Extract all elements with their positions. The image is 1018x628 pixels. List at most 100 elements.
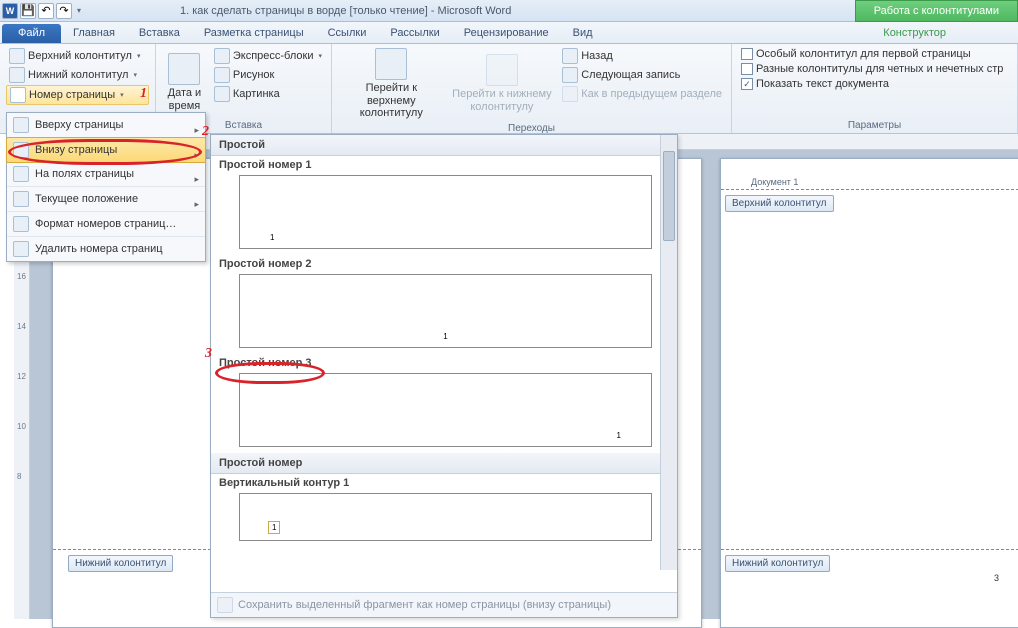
back-label: Назад xyxy=(581,50,613,62)
page-number-button[interactable]: Номер страницы xyxy=(6,85,149,105)
clipart-button[interactable]: Картинка xyxy=(211,85,325,103)
group-options: Особый колонтитул для первой страницы Ра… xyxy=(732,44,1018,133)
menu-current-position[interactable]: Текущее положение xyxy=(7,187,205,212)
gallery-category: Простой xyxy=(211,135,660,156)
blocks-icon xyxy=(214,48,230,64)
redo-icon[interactable]: ↷ xyxy=(56,3,72,19)
goto-footer-button: Перейти к нижнему колонтитулу xyxy=(449,47,556,121)
ruler-tick: 14 xyxy=(17,322,26,331)
annotation-3: 3 xyxy=(205,346,212,362)
word-icon: W xyxy=(2,3,18,19)
header-tag: Верхний колонтитул xyxy=(725,195,834,212)
gallery-item-4[interactable]: 1 xyxy=(239,493,652,541)
save-icon[interactable]: 💾 xyxy=(20,3,36,19)
goto-footer-icon xyxy=(486,54,518,86)
header-button[interactable]: Верхний колонтитул xyxy=(6,47,149,65)
window-title: 1. как сделать страницы в ворде [только … xyxy=(180,5,511,17)
scrollbar-thumb[interactable] xyxy=(663,151,675,241)
date-time-label: Дата и время xyxy=(168,87,202,112)
gallery-item-3[interactable]: 1 xyxy=(239,373,652,447)
checkbox-checked-icon: ✓ xyxy=(741,78,753,90)
annotation-1: 1 xyxy=(140,86,147,102)
gallery-save-label: Сохранить выделенный фрагмент как номер … xyxy=(238,599,611,611)
format-icon xyxy=(13,216,29,232)
picture-button[interactable]: Рисунок xyxy=(211,66,325,84)
footer-tag: Нижний колонтитул xyxy=(725,555,830,572)
header-label: Верхний колонтитул xyxy=(28,50,132,62)
footer-button[interactable]: Нижний колонтитул xyxy=(6,66,149,84)
show-text-checkbox[interactable]: ✓Показать текст документа xyxy=(738,77,1006,91)
tab-insert[interactable]: Вставка xyxy=(127,24,192,43)
tab-file[interactable]: Файл xyxy=(2,24,61,43)
link-icon xyxy=(562,86,578,102)
tab-design[interactable]: Конструктор xyxy=(871,24,958,43)
menu-format-numbers[interactable]: Формат номеров страниц… xyxy=(7,212,205,237)
page-number-label: Номер страницы xyxy=(29,89,115,101)
quick-access-toolbar: W 💾 ↶ ↷ ▾ xyxy=(0,3,84,19)
menu-remove-numbers[interactable]: Удалить номера страниц xyxy=(7,237,205,261)
page-number-display: 3 xyxy=(994,573,999,583)
tab-review[interactable]: Рецензирование xyxy=(452,24,561,43)
gallery-save-selection: Сохранить выделенный фрагмент как номер … xyxy=(211,592,677,617)
tab-mailings[interactable]: Рассылки xyxy=(378,24,451,43)
back-button[interactable]: Назад xyxy=(559,47,725,65)
footer-icon xyxy=(9,67,25,83)
picture-icon xyxy=(214,67,230,83)
gallery-item-2[interactable]: 1 xyxy=(239,274,652,348)
gallery-item-3-label: Простой номер 3 xyxy=(211,354,660,371)
first-page-checkbox[interactable]: Особый колонтитул для первой страницы xyxy=(738,47,1006,61)
gallery-item-2-label: Простой номер 2 xyxy=(211,255,660,272)
header-separator xyxy=(721,189,1018,190)
goto-header-button[interactable]: Перейти к верхнему колонтитулу xyxy=(338,47,445,121)
quick-parts-label: Экспресс-блоки xyxy=(233,50,314,62)
clipart-label: Картинка xyxy=(233,88,280,100)
tab-references[interactable]: Ссылки xyxy=(316,24,379,43)
ruler-tick: 10 xyxy=(17,422,26,431)
date-time-button[interactable]: Дата и время xyxy=(162,47,207,118)
gallery-item-1[interactable]: 1 xyxy=(239,175,652,249)
qat-dropdown-icon[interactable]: ▾ xyxy=(74,6,84,15)
gallery-item-1-label: Простой номер 1 xyxy=(211,156,660,173)
checkbox-icon xyxy=(741,63,753,75)
bottom-page-icon xyxy=(13,142,29,158)
menu-top-label: Вверху страницы xyxy=(35,119,123,131)
ruler-tick: 8 xyxy=(17,472,21,481)
page-number-icon xyxy=(10,87,26,103)
next-icon xyxy=(562,67,578,83)
group-navigation-label: Переходы xyxy=(338,121,725,134)
picture-label: Рисунок xyxy=(233,69,275,81)
next-button[interactable]: Следующая запись xyxy=(559,66,725,84)
menu-bottom-label: Внизу страницы xyxy=(35,144,117,156)
quick-parts-button[interactable]: Экспресс-блоки xyxy=(211,47,325,65)
gallery-category-2: Простой номер xyxy=(211,453,660,474)
goto-header-label: Перейти к верхнему колонтитулу xyxy=(341,82,442,120)
margins-icon xyxy=(13,166,29,182)
first-page-label: Особый колонтитул для первой страницы xyxy=(756,48,971,60)
undo-icon[interactable]: ↶ xyxy=(38,3,54,19)
gallery-scrollbar[interactable] xyxy=(660,135,677,570)
remove-icon xyxy=(13,241,29,257)
tab-home[interactable]: Главная xyxy=(61,24,127,43)
next-label: Следующая запись xyxy=(581,69,680,81)
menu-remove-label: Удалить номера страниц xyxy=(35,243,163,255)
menu-bottom-of-page[interactable]: Внизу страницы xyxy=(6,137,206,163)
odd-even-checkbox[interactable]: Разные колонтитулы для четных и нечетных… xyxy=(738,62,1006,76)
menu-top-of-page[interactable]: Вверху страницы xyxy=(7,113,205,138)
doc-label: Документ 1 xyxy=(751,177,798,187)
menu-current-label: Текущее положение xyxy=(35,193,138,205)
footer-label: Нижний колонтитул xyxy=(28,69,128,81)
goto-header-icon xyxy=(375,48,407,80)
annotation-2: 2 xyxy=(202,124,209,140)
menu-margins-label: На полях страницы xyxy=(35,168,134,180)
menu-page-margins[interactable]: На полях страницы xyxy=(7,162,205,187)
link-previous-label: Как в предыдущем разделе xyxy=(581,88,722,100)
page-right[interactable]: Документ 1 Верхний колонтитул Нижний кол… xyxy=(720,158,1018,628)
ruler-tick: 12 xyxy=(17,372,26,381)
footer-tag: Нижний колонтитул xyxy=(68,555,173,572)
back-icon xyxy=(562,48,578,64)
calendar-icon xyxy=(168,53,200,85)
goto-footer-label: Перейти к нижнему колонтитулу xyxy=(452,88,551,113)
tab-view[interactable]: Вид xyxy=(561,24,605,43)
clipart-icon xyxy=(214,86,230,102)
tab-layout[interactable]: Разметка страницы xyxy=(192,24,316,43)
